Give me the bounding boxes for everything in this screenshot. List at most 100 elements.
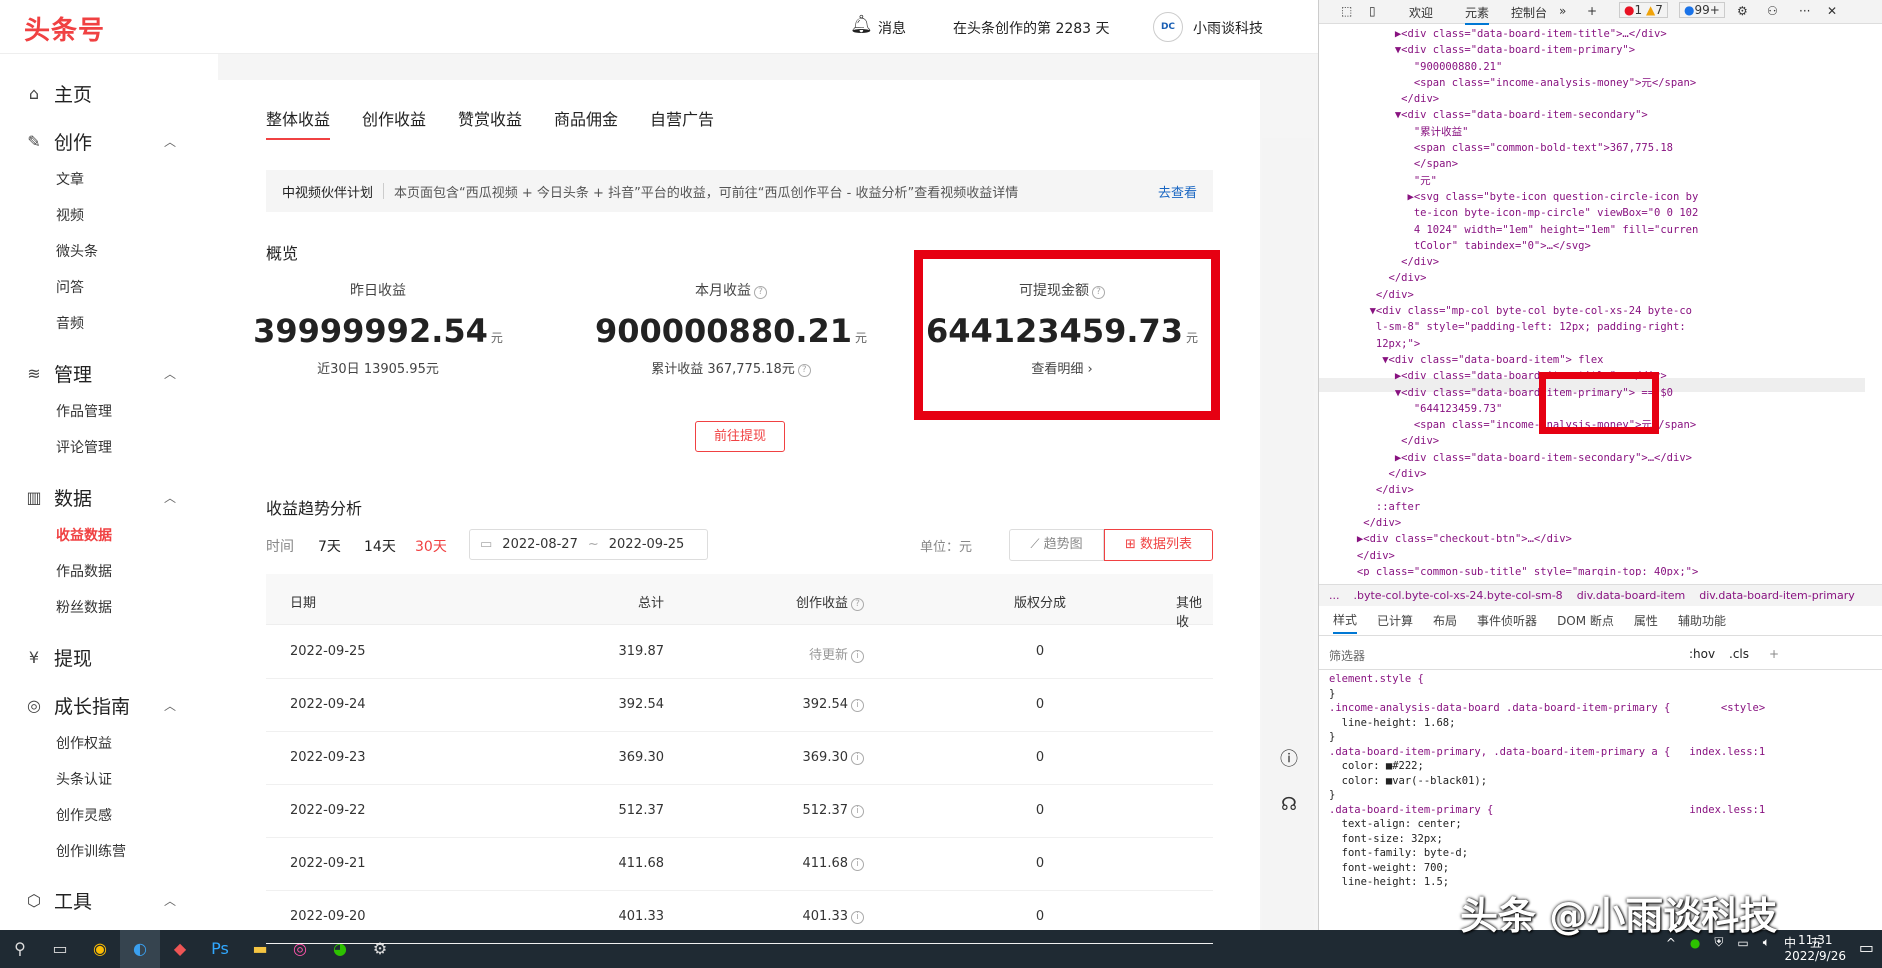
styles-subtab[interactable]: DOM 断点 (1557, 612, 1614, 629)
dom-line[interactable]: ▶<div class="data-board-item-secondary">… (1319, 450, 1865, 466)
task-view-icon[interactable]: ▭ (40, 930, 80, 968)
style-line[interactable]: font-weight: 700; (1329, 861, 1865, 876)
dom-line[interactable]: ::after (1319, 499, 1865, 515)
question-icon[interactable]: ? (798, 364, 811, 377)
dom-line[interactable]: </div> (1319, 91, 1865, 107)
chevron-up-icon[interactable]: ︿ (164, 133, 176, 150)
chevron-up-icon[interactable]: ︿ (164, 892, 176, 909)
style-line[interactable]: font-family: byte-d; (1329, 846, 1865, 861)
clock[interactable]: 11:312022/9/26 (1784, 932, 1846, 964)
dom-line[interactable]: tColor" tabindex="0">…</svg> (1319, 238, 1865, 254)
breadcrumb-item[interactable]: div.data-board-item (1577, 589, 1686, 602)
sidebar-subitem[interactable]: 创作灵感 (56, 805, 112, 825)
sidebar-subitem[interactable]: 问答 (56, 277, 84, 297)
date-range-picker[interactable]: ▭ 2022-08-27 ~ 2022-09-25 (469, 529, 708, 560)
sidebar-subitem[interactable]: 作品管理 (56, 401, 112, 421)
sidebar-subitem[interactable]: 创作训练营 (56, 841, 126, 861)
chrome-icon[interactable]: ◉ (80, 930, 120, 968)
app-icon[interactable]: ◆ (160, 930, 200, 968)
inspect-icon[interactable]: ⬚ (1341, 4, 1352, 18)
style-line[interactable]: } (1329, 730, 1865, 745)
breadcrumb-item[interactable]: div.data-board-item-primary (1699, 589, 1855, 602)
dom-line[interactable]: </div> (1319, 548, 1865, 564)
search-icon[interactable]: ⚲ (0, 930, 40, 968)
info-icon[interactable]: i (851, 858, 864, 871)
styles-subtab[interactable]: 已计算 (1377, 612, 1413, 629)
date-end[interactable]: 2022-09-25 (609, 537, 685, 552)
dom-line[interactable]: ▼<div class="mp-col byte-col byte-col-xs… (1319, 303, 1865, 319)
style-line[interactable]: .data-board-item-primary { index.less:1 (1329, 803, 1865, 818)
sidebar-subitem[interactable]: 头条认证 (56, 769, 112, 789)
dom-line[interactable]: ▶<div class="checkout-btn">…</div> (1319, 531, 1865, 547)
breadcrumb-item[interactable]: .byte-col.byte-col-xs-24.byte-col-sm-8 (1354, 589, 1563, 602)
info-icon[interactable]: i (851, 752, 864, 765)
dom-line[interactable]: ▼<div class="data-board-item-secondary"> (1319, 107, 1865, 123)
chevron-up-icon[interactable]: ︿ (164, 697, 176, 714)
breadcrumb-item[interactable]: ... (1329, 589, 1340, 602)
dom-tree[interactable]: ▶<div class="data-board-item-title">…</d… (1319, 26, 1865, 576)
styles-subtab[interactable]: 布局 (1433, 612, 1457, 629)
dom-line[interactable]: ▼<div class="data-board-item"> flex (1319, 352, 1865, 368)
dom-line[interactable]: "900000880.21" (1319, 59, 1865, 75)
hov-button[interactable]: :hov (1689, 647, 1715, 661)
dom-line[interactable]: 12px;"> (1319, 336, 1865, 352)
question-icon[interactable]: ? (851, 598, 864, 611)
username[interactable]: 小雨谈科技 (1193, 18, 1263, 38)
sidebar-subitem[interactable]: 视频 (56, 205, 84, 225)
sidebar-subitem[interactable]: 评论管理 (56, 437, 112, 457)
withdraw-button[interactable]: 前往提现 (695, 421, 785, 452)
edge-icon[interactable]: ◐ (120, 930, 160, 968)
dom-line[interactable]: </span> (1319, 156, 1865, 172)
sidebar-subitem[interactable]: 文章 (56, 169, 84, 189)
sidebar-subitem[interactable]: 微头条 (56, 241, 98, 261)
styles-subtab[interactable]: 辅助功能 (1678, 612, 1726, 629)
help-icon[interactable]: ⓘ (1274, 745, 1304, 775)
sidebar-item-1[interactable]: ✎创作︿ (24, 128, 92, 155)
sidebar-subitem[interactable]: 收益数据 (56, 525, 112, 545)
dom-line[interactable]: ▶<div class="data-board-item-title">…</d… (1319, 26, 1865, 42)
settings-icon[interactable]: ⚙ (1737, 4, 1748, 18)
style-line[interactable]: text-align: center; (1329, 817, 1865, 832)
sidebar-item-0[interactable]: ⌂主页 (24, 80, 92, 107)
sidebar-item-10[interactable]: ▥数据︿ (24, 484, 92, 511)
sidebar-item-7[interactable]: ≋管理︿ (24, 360, 92, 387)
sidebar-item-14[interactable]: ¥提现 (24, 644, 92, 671)
chevron-up-icon[interactable]: ︿ (164, 489, 176, 506)
headset-icon[interactable]: ☊ (1274, 790, 1304, 820)
plus-icon[interactable]: + (1769, 647, 1779, 661)
range-2[interactable]: 30天 (415, 536, 447, 556)
dom-line[interactable]: l-sm-8" style="padding-left: 12px; paddi… (1319, 319, 1865, 335)
card-sub[interactable]: 查看明细 › (912, 358, 1212, 377)
add-tab[interactable]: + (1587, 4, 1597, 18)
dom-line[interactable]: <p class="common-sub-title" style="margi… (1319, 564, 1865, 576)
style-line[interactable]: line-height: 1.68; (1329, 716, 1865, 731)
style-line[interactable]: .data-board-item-primary, .data-board-it… (1329, 745, 1865, 760)
info-icon[interactable]: i (851, 650, 864, 663)
info-icon[interactable]: i (851, 911, 864, 924)
more-icon[interactable]: ··· (1799, 4, 1810, 18)
sidebar-subitem[interactable]: 音频 (56, 313, 84, 333)
trend-chart-button[interactable]: ⟋ 趋势图 (1009, 529, 1104, 561)
dom-line[interactable]: </div> (1319, 466, 1865, 482)
question-icon[interactable]: ? (754, 286, 767, 299)
error-warning-badge[interactable]: ●1 ▲7 (1619, 2, 1668, 18)
dom-line[interactable]: ▶<svg class="byte-icon question-circle-i… (1319, 189, 1865, 205)
dom-line[interactable]: 4 1024" width="1em" height="1em" fill="c… (1319, 222, 1865, 238)
tab-3[interactable]: 商品佣金 (554, 106, 618, 130)
dom-line[interactable]: ▼<div class="data-board-item-primary"> (1319, 42, 1865, 58)
notification-icon[interactable]: ▭ (1859, 938, 1874, 957)
styles-filter[interactable]: 筛选器:hov.cls+ (1319, 638, 1882, 670)
avatar[interactable]: DC (1153, 12, 1183, 42)
chevron-up-icon[interactable]: ︿ (164, 365, 176, 382)
style-line[interactable]: element.style { (1329, 672, 1865, 687)
logo[interactable]: 头条号 (24, 10, 105, 47)
feedback-icon[interactable]: ⚇ (1767, 4, 1778, 18)
data-table-button[interactable]: ⊞ 数据列表 (1104, 529, 1213, 561)
range-1[interactable]: 14天 (364, 536, 396, 556)
sidebar-subitem[interactable]: 粉丝数据 (56, 597, 112, 617)
tab-1[interactable]: 创作收益 (362, 106, 426, 130)
style-line[interactable]: } (1329, 788, 1865, 803)
style-line[interactable]: font-size: 32px; (1329, 832, 1865, 847)
date-start[interactable]: 2022-08-27 (502, 537, 578, 552)
style-line[interactable]: color: ■var(--black01); (1329, 774, 1865, 789)
